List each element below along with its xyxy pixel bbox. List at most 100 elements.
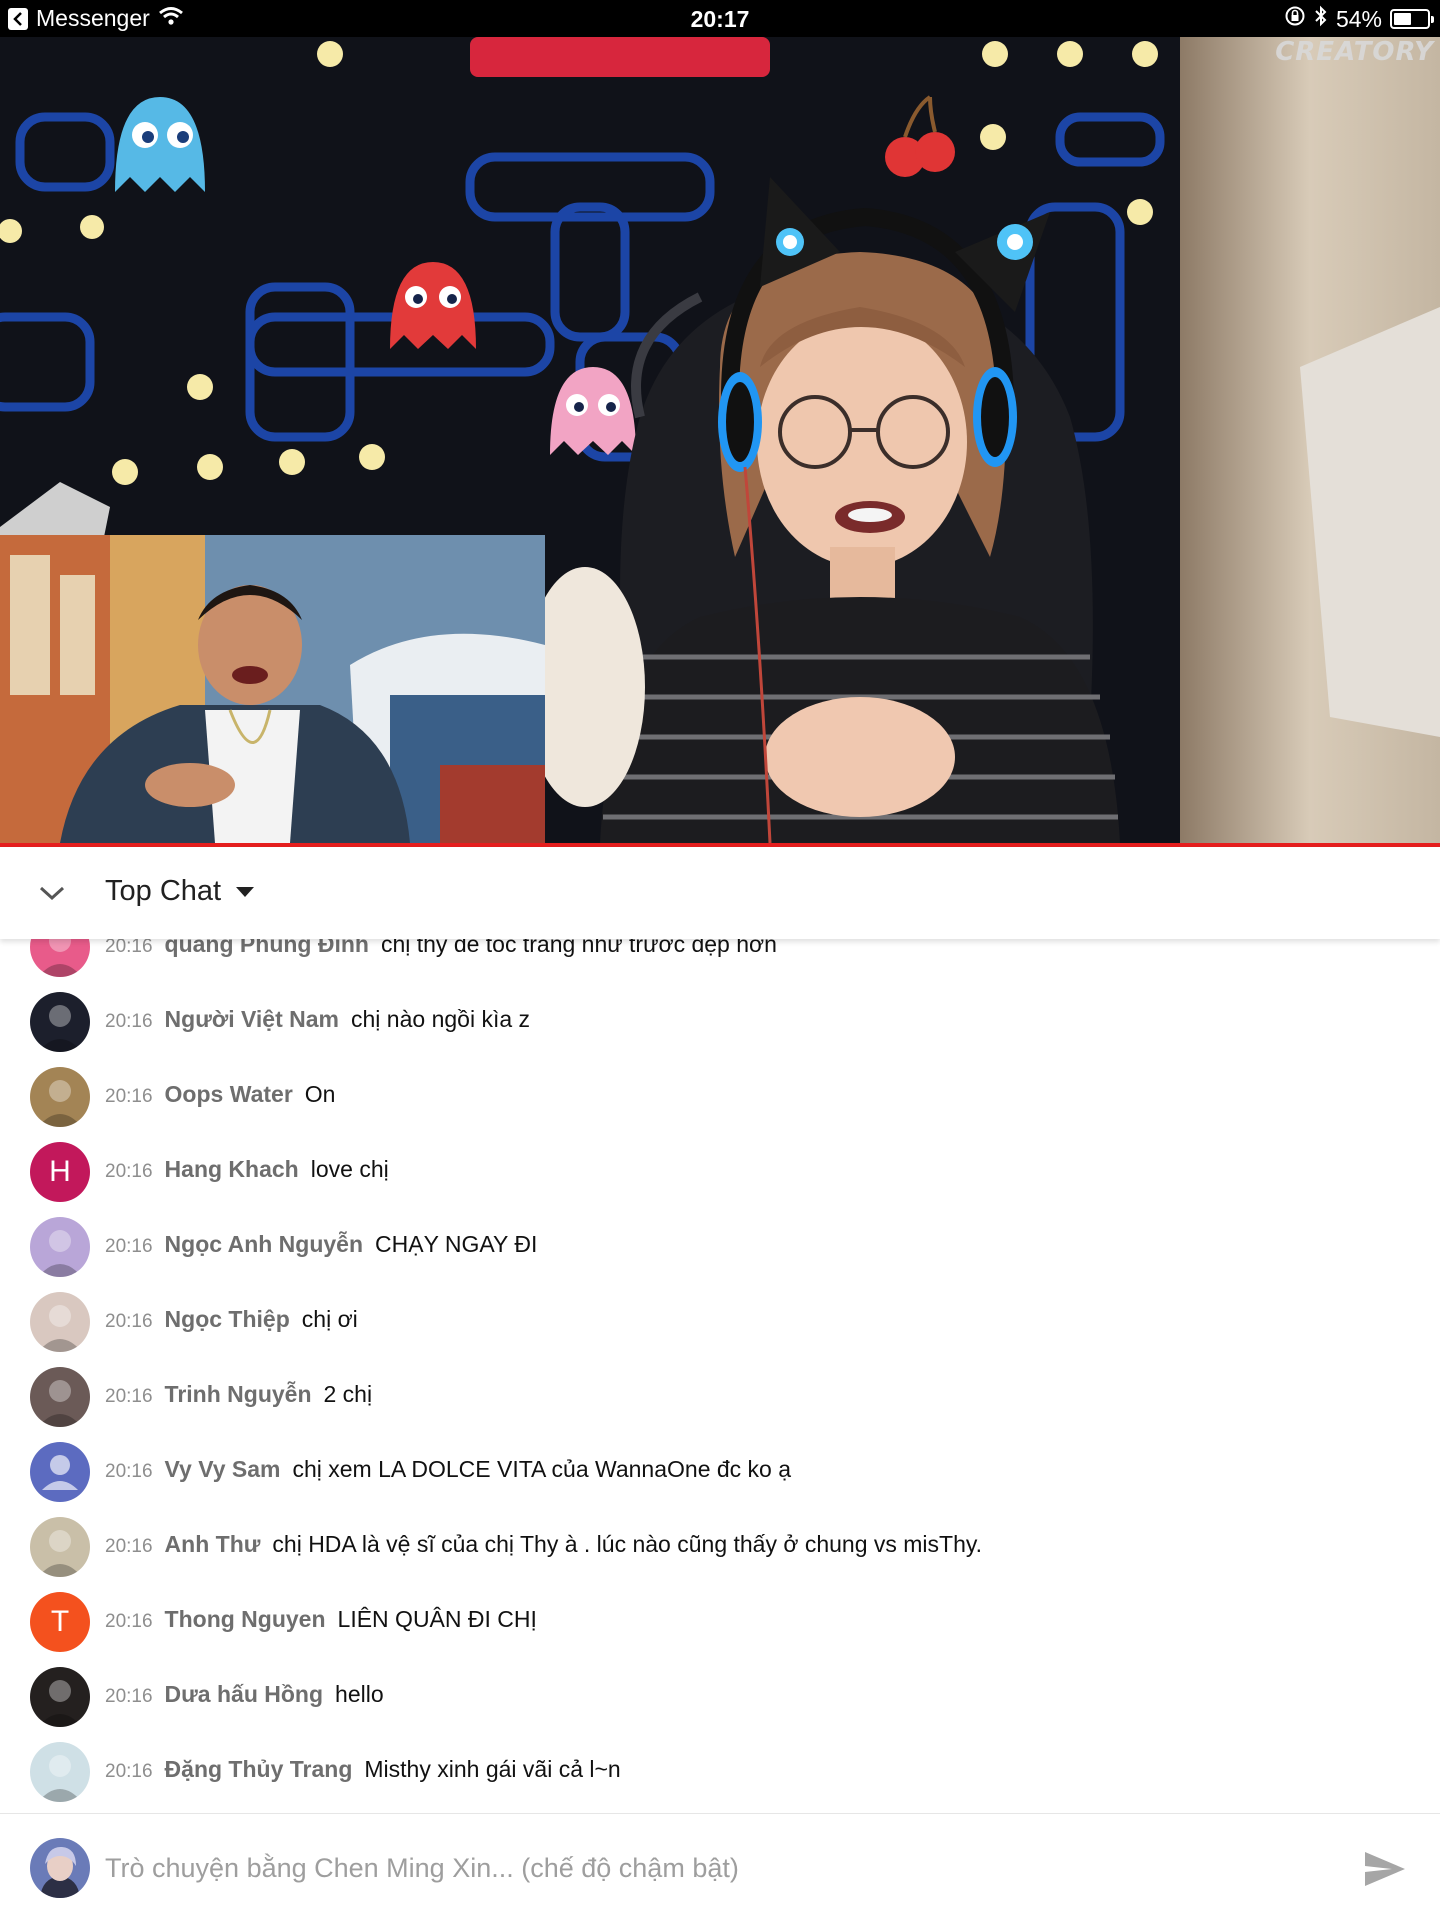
message-author[interactable]: Ngọc Thiệp xyxy=(165,1306,290,1332)
chevron-down-icon xyxy=(39,886,65,901)
avatar-image xyxy=(38,939,82,977)
message-timestamp: 20:16 xyxy=(105,1761,153,1782)
message-content: 20:16 Ngọc Anh Nguyễn CHẠY NGAY ĐI xyxy=(105,1231,537,1258)
message-content: 20:16 quang Phùng Đình chị thy để tóc trăn… xyxy=(105,939,777,958)
user-avatar xyxy=(30,1838,90,1898)
chat-message-list[interactable]: 20:16 quang Phùng Đình chị thy để tóc trăn… xyxy=(0,939,1440,1813)
author-avatar[interactable] xyxy=(30,1217,90,1277)
chat-message[interactable]: 20:16 Dưa hấu Hồng hello xyxy=(0,1659,1440,1734)
chat-message[interactable]: 20:16 quang Phùng Đình chị thy để tóc trăn… xyxy=(0,939,1440,984)
message-timestamp: 20:16 xyxy=(105,1386,153,1407)
message-content: 20:16 Hang Khach love chị xyxy=(105,1156,389,1183)
chat-input-bar xyxy=(0,1813,1440,1921)
message-text: hello xyxy=(335,1681,384,1707)
message-content: 20:16 Dưa hấu Hồng hello xyxy=(105,1681,384,1708)
message-author[interactable]: Trinh Nguyễn xyxy=(165,1381,312,1407)
message-text: love chị xyxy=(310,1156,389,1182)
battery-percent: 54% xyxy=(1335,5,1382,32)
message-author[interactable]: Thong Nguyen xyxy=(165,1606,326,1632)
avatar-image xyxy=(38,1530,82,1577)
message-timestamp: 20:16 xyxy=(105,1161,153,1182)
avatar-image xyxy=(38,1230,82,1277)
message-content: 20:16 Vy Vy Sam chị xem LA DOLCE VITA của … xyxy=(105,1456,791,1483)
author-avatar[interactable] xyxy=(30,939,90,977)
clock: 20:17 xyxy=(690,6,750,32)
author-avatar[interactable] xyxy=(30,1667,90,1727)
message-content: 20:16 Thong Nguyen LIÊN QUÂN ĐI CHỊ xyxy=(105,1606,537,1633)
chat-header: Top Chat xyxy=(0,847,1440,939)
message-author[interactable]: Ngọc Anh Nguyễn xyxy=(165,1231,363,1257)
message-timestamp: 20:16 xyxy=(105,1536,153,1557)
message-author[interactable]: quang Phùng Đình xyxy=(165,939,369,957)
author-avatar[interactable] xyxy=(30,1742,90,1802)
message-timestamp: 20:16 xyxy=(105,939,153,957)
message-text: chị xem LA DOLCE VITA của WannaOne đc ko… xyxy=(292,1456,792,1482)
video-player[interactable]: CREATORY xyxy=(0,37,1440,843)
author-avatar[interactable] xyxy=(30,1517,90,1577)
avatar-image xyxy=(38,1755,82,1802)
message-content: 20:16 Trinh Nguyễn 2 chị xyxy=(105,1381,372,1408)
chat-message[interactable]: 20:16 Ngọc Anh Nguyễn CHẠY NGAY ĐI xyxy=(0,1209,1440,1284)
message-timestamp: 20:16 xyxy=(105,1011,153,1032)
chat-message[interactable]: 20:16 Vy Vy Sam chị xem LA DOLCE VITA của … xyxy=(0,1434,1440,1509)
chat-message[interactable]: 20:16 Đặng Thủy Trang Misthy xinh gái vãi … xyxy=(0,1734,1440,1809)
chat-mode-dropdown[interactable]: Top Chat xyxy=(105,875,255,908)
chat-message[interactable]: 20:16 Ngọc Thiệp chị ơi xyxy=(0,1284,1440,1359)
message-text: chị thy để tóc trăng như trước đẹp hơn xyxy=(380,939,777,957)
avatar-image xyxy=(38,1380,82,1427)
watermark-logo: CREATORY xyxy=(1275,37,1434,67)
avatar-initial: H xyxy=(49,1155,71,1188)
author-avatar[interactable] xyxy=(30,1367,90,1427)
chat-message[interactable]: 20:16 Oops Water On xyxy=(0,1059,1440,1134)
author-avatar[interactable] xyxy=(30,1442,90,1502)
message-text: CHẠY NGAY ĐI xyxy=(375,1231,538,1257)
avatar-initial: T xyxy=(50,1605,70,1638)
battery-level xyxy=(1394,13,1412,25)
message-author[interactable]: Anh Thư xyxy=(165,1531,261,1557)
author-avatar[interactable]: H xyxy=(30,1142,90,1202)
caret-down-icon xyxy=(236,886,255,897)
message-author[interactable]: Đặng Thủy Trang xyxy=(165,1756,353,1782)
message-text: 2 chị xyxy=(323,1381,373,1407)
message-content: 20:16 Đặng Thủy Trang Misthy xinh gái vãi … xyxy=(105,1756,621,1783)
message-content: 20:16 Ngọc Thiệp chị ơi xyxy=(105,1306,358,1333)
rotation-lock-icon xyxy=(1284,5,1306,33)
message-author[interactable]: Dưa hấu Hồng xyxy=(165,1681,323,1707)
author-avatar[interactable]: T xyxy=(30,1592,90,1652)
chat-message[interactable]: T 20:16 Thong Nguyen LIÊN QUÂN ĐI CHỊ xyxy=(0,1584,1440,1659)
chat-message-input[interactable] xyxy=(105,1848,1305,1888)
message-timestamp: 20:16 xyxy=(105,1686,153,1707)
send-button[interactable] xyxy=(1360,1844,1410,1894)
avatar-image xyxy=(38,1680,82,1727)
avatar-image xyxy=(38,1005,82,1052)
chat-message[interactable]: 20:16 Anh Thư chị HDA là vệ sĩ của chị Thy… xyxy=(0,1509,1440,1584)
chat-mode-label: Top Chat xyxy=(105,875,222,907)
message-text: chị nào ngồi kìa z xyxy=(351,1006,531,1032)
message-author[interactable]: Hang Khach xyxy=(165,1156,299,1182)
author-avatar[interactable] xyxy=(30,1292,90,1352)
message-timestamp: 20:16 xyxy=(105,1236,153,1257)
author-avatar[interactable] xyxy=(30,992,90,1052)
chat-message[interactable]: H 20:16 Hang Khach love chị xyxy=(0,1134,1440,1209)
send-icon xyxy=(1365,1852,1405,1886)
avatar-image xyxy=(38,1305,82,1352)
message-author[interactable]: Người Việt Nam xyxy=(165,1006,339,1032)
collapse-chat-button[interactable] xyxy=(30,875,74,911)
author-avatar[interactable] xyxy=(30,1067,90,1127)
message-text: LIÊN QUÂN ĐI CHỊ xyxy=(337,1606,537,1632)
message-timestamp: 20:16 xyxy=(105,1086,153,1107)
message-content: 20:16 Oops Water On xyxy=(105,1081,335,1108)
chat-message[interactable]: 20:16 Trinh Nguyễn 2 chị xyxy=(0,1359,1440,1434)
message-text: Misthy xinh gái vãi cả l~n xyxy=(364,1756,621,1782)
picture-in-picture-overlay xyxy=(0,535,545,843)
status-bar: Messenger 20:17 54% xyxy=(0,0,1440,37)
bluetooth-icon xyxy=(1314,5,1328,33)
chat-message[interactable]: 20:16 Người Việt Nam chị nào ngồi kìa z xyxy=(0,984,1440,1059)
message-author[interactable]: Vy Vy Sam xyxy=(165,1456,281,1482)
avatar-image xyxy=(38,1080,82,1127)
default-person-icon xyxy=(42,1455,78,1490)
message-author[interactable]: Oops Water xyxy=(165,1081,293,1107)
battery-icon xyxy=(1390,9,1434,29)
message-text: On xyxy=(304,1081,336,1107)
message-content: 20:16 Anh Thư chị HDA là vệ sĩ của chị Thy… xyxy=(105,1531,982,1558)
